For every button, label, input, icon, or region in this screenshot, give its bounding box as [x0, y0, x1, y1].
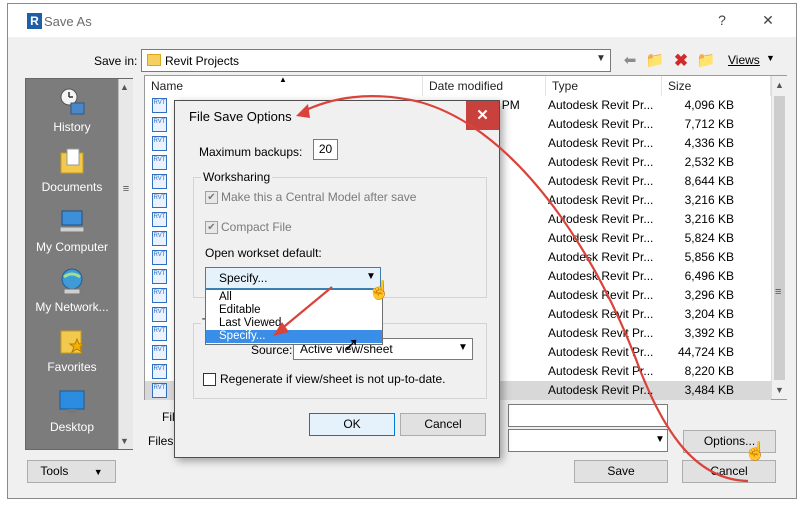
arrow-cursor-icon: ➚ [344, 334, 360, 354]
hand-cursor-icon: ☝ [368, 280, 391, 300]
annotation-arrows [273, 95, 749, 483]
hand-cursor-icon: ☝ [744, 441, 767, 461]
annotation-arrowhead-top [296, 104, 310, 118]
annotation-line-short [279, 286, 333, 331]
